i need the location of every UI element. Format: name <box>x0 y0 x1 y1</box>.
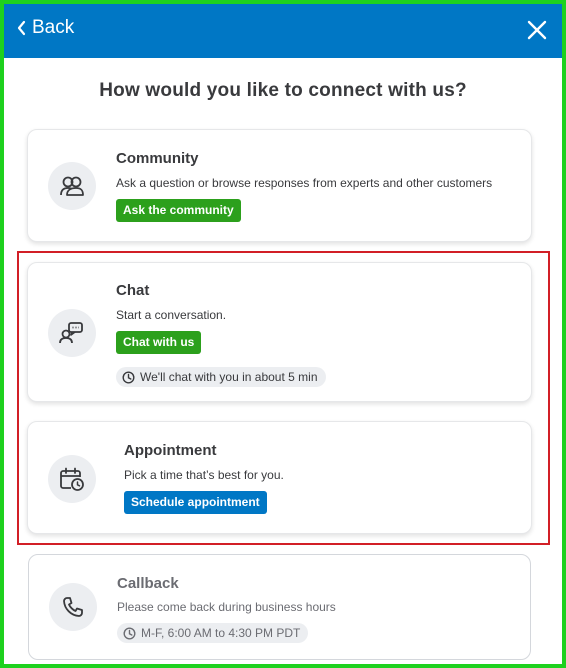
callback-description: Please come back during business hours <box>117 600 336 614</box>
callback-hours: M-F, 6:00 AM to 4:30 PM PDT <box>141 626 301 640</box>
callback-card: Callback Please come back during busines… <box>28 554 531 660</box>
page-title: How would you like to connect with us? <box>99 80 467 101</box>
community-card: Community Ask a question or browse respo… <box>27 129 532 242</box>
close-icon <box>527 20 547 40</box>
ask-community-button[interactable]: Ask the community <box>116 199 241 222</box>
clock-icon <box>123 626 136 640</box>
community-description: Ask a question or browse responses from … <box>116 176 493 190</box>
chat-wait-time: We'll chat with you in about 5 min <box>140 370 318 384</box>
chat-title: Chat <box>116 282 150 299</box>
back-label: Back <box>32 17 75 38</box>
callback-hours-badge: M-F, 6:00 AM to 4:30 PM PDT <box>117 623 309 643</box>
calendar-icon-badge <box>48 455 96 503</box>
schedule-appointment-button[interactable]: Schedule appointment <box>124 491 267 514</box>
close-button[interactable] <box>526 19 548 46</box>
chevron-left-icon <box>17 20 26 36</box>
clock-icon <box>122 370 135 384</box>
chat-icon <box>59 322 83 344</box>
chat-icon-badge <box>48 309 96 357</box>
calendar-icon <box>60 467 84 491</box>
callback-title: Callback <box>117 575 179 592</box>
community-title: Community <box>116 150 199 167</box>
chat-with-us-button[interactable]: Chat with us <box>116 331 202 354</box>
phone-icon <box>63 597 83 617</box>
appointment-title: Appointment <box>124 442 217 459</box>
chat-description: Start a conversation. <box>116 308 227 322</box>
chat-card: Chat Start a conversation. Chat with us … <box>27 262 532 402</box>
appointment-card: Appointment Pick a time that’s best for … <box>27 421 532 534</box>
community-icon-badge <box>48 162 96 210</box>
top-bar: Back <box>4 4 562 58</box>
phone-icon-badge <box>49 583 97 631</box>
community-icon <box>60 176 84 196</box>
chat-wait-time-badge: We'll chat with you in about 5 min <box>116 367 326 387</box>
back-button[interactable]: Back <box>16 17 74 39</box>
appointment-description: Pick a time that’s best for you. <box>124 468 284 482</box>
